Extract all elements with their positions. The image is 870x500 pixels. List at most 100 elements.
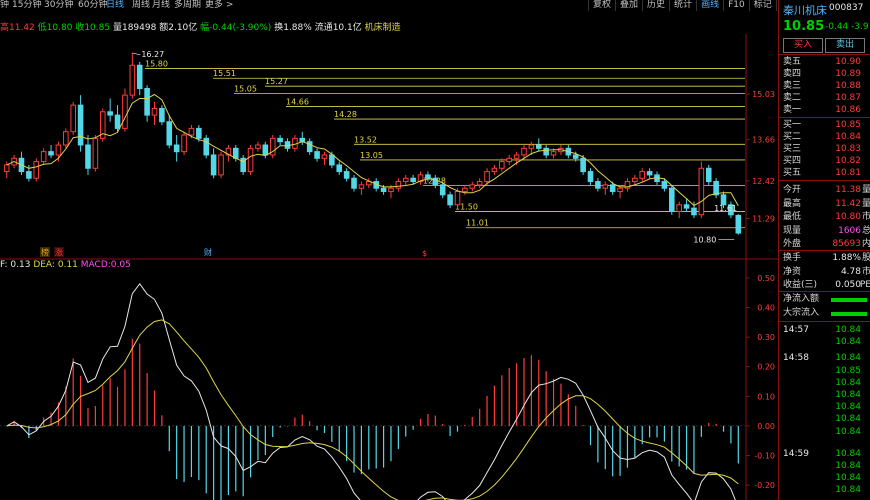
tab-4[interactable]: 日线 bbox=[106, 0, 124, 11]
tick-row-2-label: 14:58 bbox=[783, 353, 809, 364]
candle-body-67 bbox=[499, 161, 505, 169]
stat-row-1-extra: 量 bbox=[861, 198, 870, 209]
level-label-3: 15.05 bbox=[234, 85, 257, 94]
toolbar-buttons: 复权叠加历史统计画线F10标记返回 bbox=[588, 0, 803, 11]
close-value: 10.85 bbox=[84, 23, 111, 33]
toolbar-button-1[interactable]: 叠加 bbox=[615, 0, 643, 11]
stat-row-1-value: 11.42 bbox=[835, 198, 861, 209]
stock-name[interactable]: 秦川机床 bbox=[783, 2, 827, 18]
close-label: 收 bbox=[75, 23, 85, 33]
low-value: 10.80 bbox=[46, 23, 73, 33]
candle-body-93 bbox=[691, 207, 697, 216]
candle-body-43 bbox=[321, 154, 328, 159]
macd-info-bar: F: 0.13 DEA: 0.11 MACD:0.05 bbox=[0, 260, 745, 271]
tick-row-3-value: 10.85 bbox=[835, 365, 861, 376]
dif-line bbox=[6, 282, 736, 500]
macd-axis-label-2: 0.30 bbox=[757, 333, 775, 342]
float-value: 10.1亿 bbox=[332, 23, 362, 33]
macd-axis-label-4: 0.10 bbox=[757, 392, 775, 401]
candle-body-74 bbox=[550, 151, 557, 156]
dea-label: DEA: bbox=[33, 260, 55, 270]
candle-body-23 bbox=[173, 144, 180, 153]
price-axis-label-1: 13.66 bbox=[752, 136, 775, 145]
stat-row-0-extra: 量 bbox=[861, 185, 870, 195]
tab-0[interactable]: 钟 bbox=[0, 0, 9, 11]
toolbar-button-4[interactable]: 画线 bbox=[696, 0, 724, 11]
max-pointer bbox=[132, 52, 141, 56]
tick-row-9: 14:59 10.84 bbox=[779, 448, 870, 461]
price-axis-label-2: 12.42 bbox=[752, 177, 775, 186]
event-marker-2: 财 bbox=[204, 247, 212, 257]
stat2-row-1: 净资 4.78 市 bbox=[779, 266, 870, 279]
candle-body-16 bbox=[122, 94, 128, 129]
candle-body-12 bbox=[92, 137, 99, 169]
tab-8[interactable]: 更多 > bbox=[205, 0, 233, 11]
tick-row-5-value: 10.84 bbox=[835, 390, 861, 400]
candle-body-86 bbox=[639, 171, 646, 179]
candle-body-64 bbox=[476, 181, 483, 186]
tick-row-9-value: 10.84 bbox=[835, 448, 861, 459]
amount-label: 额 bbox=[159, 23, 169, 33]
candle-body-20 bbox=[151, 107, 158, 116]
tab-1[interactable]: 15分钟 bbox=[12, 0, 41, 11]
toolbar-button-0[interactable]: 复权 bbox=[588, 0, 616, 11]
candle-body-71 bbox=[528, 144, 535, 149]
candle-body-22 bbox=[166, 121, 173, 146]
stat-row-2-label: 最低 bbox=[783, 212, 802, 222]
stock-code: 000837 bbox=[829, 3, 864, 13]
tab-7[interactable]: 多周期 bbox=[174, 0, 201, 11]
tab-3[interactable]: 60分钟 bbox=[78, 0, 107, 11]
tick-row-3: 10.85 bbox=[779, 365, 870, 378]
toolbar-button-6[interactable]: 标记 bbox=[748, 0, 776, 11]
toolbar-button-3[interactable]: 统计 bbox=[669, 0, 697, 11]
amount-value: 2.10亿 bbox=[168, 23, 198, 33]
level-label-2: 15.27 bbox=[265, 77, 288, 86]
candle-body-0 bbox=[3, 164, 10, 173]
macd-axis-label-3: 0.20 bbox=[757, 363, 775, 372]
candle-body-63 bbox=[469, 184, 476, 189]
stat-row-0-value: 11.38 bbox=[835, 185, 861, 195]
stat2-row-0-value: 1.88% bbox=[832, 253, 861, 263]
turnover-value: 1.88% bbox=[283, 23, 312, 33]
tick-row-11: 10.84 bbox=[779, 472, 870, 485]
volume-label: 量 bbox=[112, 23, 122, 33]
candle-body-99 bbox=[735, 214, 742, 234]
flow-bar-1 bbox=[831, 312, 867, 316]
event-marker-1: 涨 bbox=[55, 247, 63, 257]
panel-divider bbox=[779, 180, 870, 181]
sell-button[interactable]: 卖出 bbox=[825, 38, 865, 53]
tick-row-12-value: 10.84 bbox=[835, 485, 861, 496]
tab-5[interactable]: 周线 bbox=[132, 0, 150, 11]
range-value: -0.44(-3.90%) bbox=[209, 23, 272, 33]
event-marker-0: 榜 bbox=[41, 247, 49, 257]
flow-row-1-label: 大宗流入 bbox=[783, 308, 820, 318]
bid-row-5-label: 买五 bbox=[783, 168, 802, 178]
candle-body-72 bbox=[535, 144, 542, 149]
stat-row-2-extra: 市 bbox=[861, 212, 870, 222]
quote-info-bar: 高11.42 低10.80 收10.85 量189498 额2.10亿 幅-0.… bbox=[0, 22, 745, 34]
level-label-6: 13.52 bbox=[354, 135, 377, 144]
buy-button[interactable]: 买入 bbox=[783, 38, 823, 53]
candle-body-87 bbox=[646, 171, 653, 176]
panel-divider bbox=[779, 321, 870, 322]
toolbar-button-5[interactable]: F10 bbox=[723, 0, 749, 11]
candle-body-15 bbox=[114, 114, 121, 129]
candle-body-42 bbox=[314, 151, 320, 159]
stat2-row-1-label: 净资 bbox=[783, 266, 802, 277]
toolbar-button-2[interactable]: 历史 bbox=[642, 0, 670, 11]
candle-body-51 bbox=[380, 187, 387, 193]
current-price-marker: 11.61 bbox=[714, 204, 737, 213]
tab-6[interactable]: 月线 bbox=[152, 0, 170, 11]
candle-body-73 bbox=[543, 147, 549, 156]
candle-body-92 bbox=[683, 204, 690, 209]
stat-row-0: 今开 11.38 量 bbox=[779, 184, 870, 197]
price-change: -0.44 bbox=[825, 22, 849, 32]
tab-2[interactable]: 30分钟 bbox=[44, 0, 73, 11]
candle-body-52 bbox=[388, 187, 394, 193]
candle-body-90 bbox=[669, 187, 675, 212]
last-price: 10.85 bbox=[783, 19, 825, 34]
candle-body-68 bbox=[506, 157, 513, 163]
ask-row-1-label: 卖一 bbox=[783, 105, 802, 115]
stat-row-1-label: 最高 bbox=[783, 198, 802, 209]
tick-row-5: 10.84 bbox=[779, 389, 870, 402]
